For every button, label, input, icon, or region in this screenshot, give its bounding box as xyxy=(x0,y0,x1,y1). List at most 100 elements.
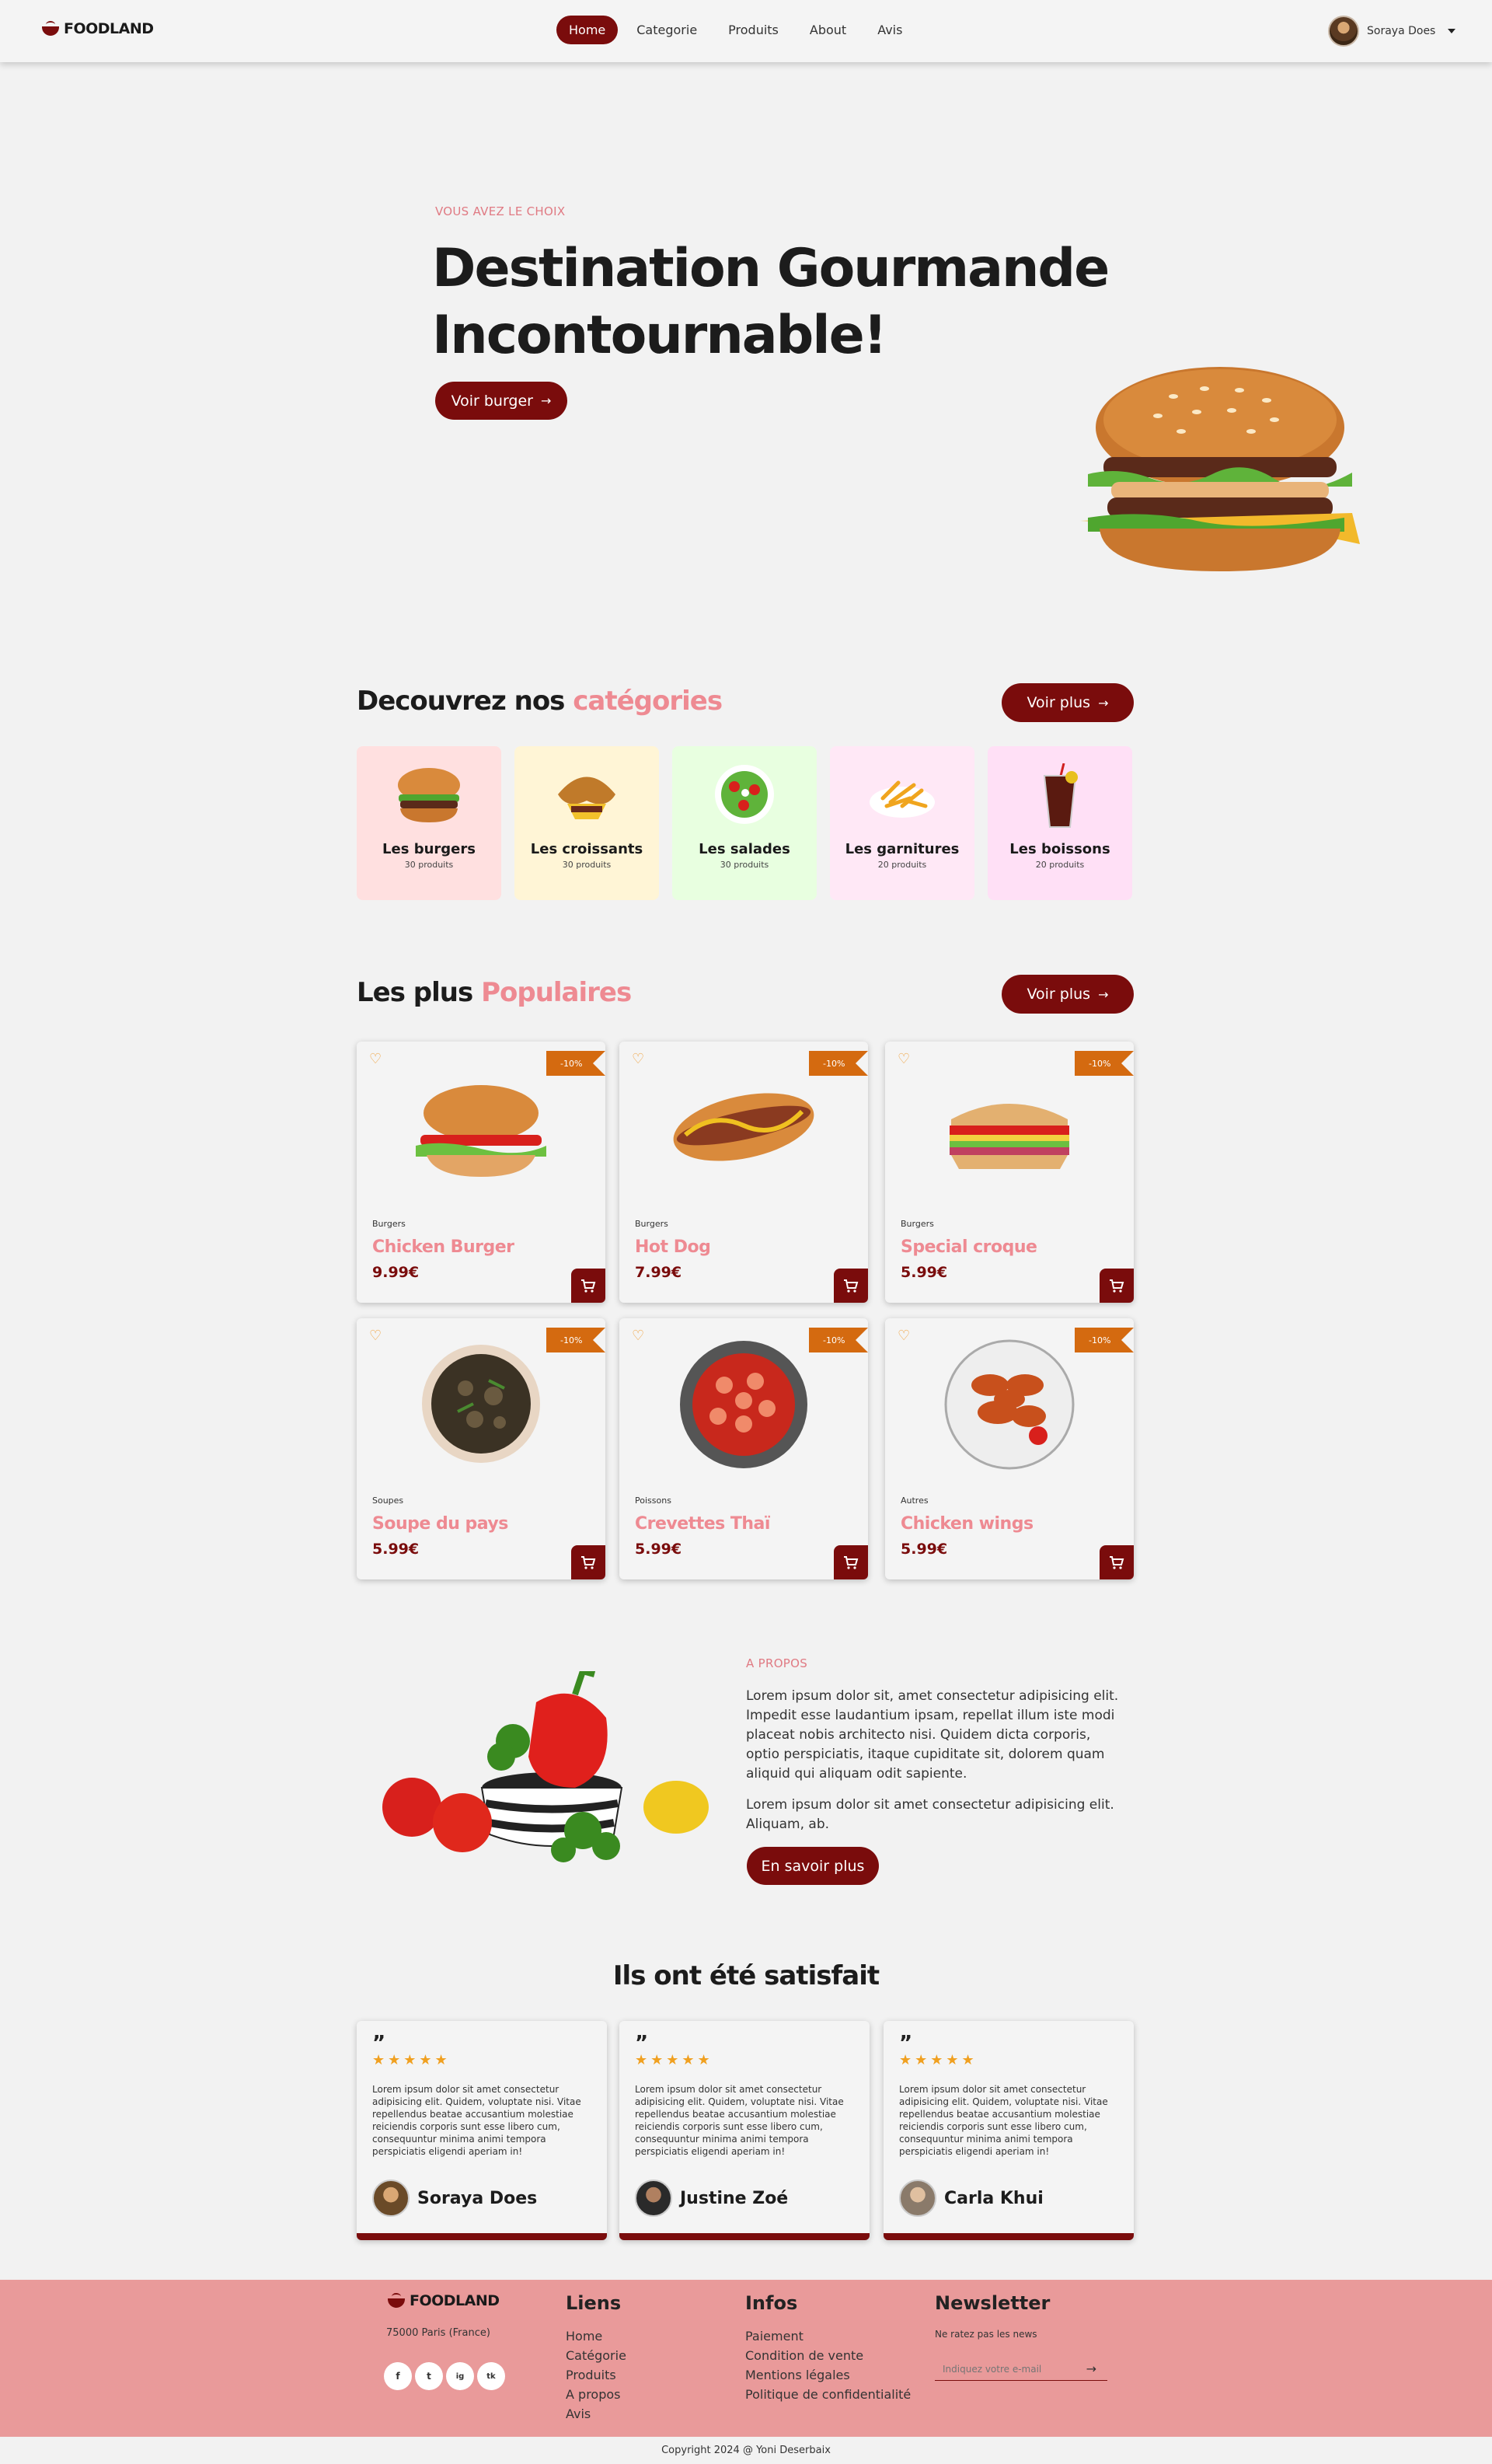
brand-name: FOODLAND xyxy=(64,20,154,37)
footer-link-condition-de-vente[interactable]: Condition de vente xyxy=(745,2346,911,2365)
newsletter-form: → xyxy=(935,2358,1107,2381)
bowl-icon xyxy=(40,21,61,37)
add-to-cart-button[interactable] xyxy=(571,1269,605,1303)
categories-title-main: Decouvrez nos xyxy=(357,686,573,717)
about-paragraph-1: Lorem ipsum dolor sit, amet consectetur … xyxy=(746,1688,1119,1782)
add-to-cart-button[interactable] xyxy=(1100,1269,1134,1303)
nav-links: Home Categorie Produits About Avis xyxy=(556,16,921,44)
nav-link-avis[interactable]: Avis xyxy=(865,16,915,44)
heart-icon[interactable]: ♡ xyxy=(632,1051,644,1067)
footer-link-a-propos[interactable]: A propos xyxy=(566,2385,626,2404)
product-card[interactable]: ♡ -10% Autres Chicken wings 5.99€ xyxy=(885,1318,1134,1579)
product-price: 9.99€ xyxy=(372,1264,420,1281)
voir-burger-label: Voir burger xyxy=(451,392,533,410)
newsletter-email-input[interactable] xyxy=(935,2363,1059,2375)
category-count: 30 produits xyxy=(562,860,612,870)
add-to-cart-button[interactable] xyxy=(571,1545,605,1579)
user-menu[interactable]: Soraya Does xyxy=(1328,16,1456,47)
add-to-cart-button[interactable] xyxy=(834,1545,868,1579)
product-name[interactable]: Chicken Burger xyxy=(372,1237,514,1257)
product-card[interactable]: ♡ -10% Poissons Crevettes Thaï 5.99€ xyxy=(619,1318,868,1579)
popular-title: Les plus Populaires xyxy=(357,977,632,1008)
category-name: Les burgers xyxy=(382,841,476,857)
testimonials-title: Ils ont été satisfait xyxy=(612,1960,880,1991)
chevron-down-icon xyxy=(1448,29,1456,33)
product-name[interactable]: Crevettes Thaï xyxy=(635,1514,770,1534)
discount-badge: -10% xyxy=(809,1328,868,1352)
star-rating: ★★★★★ xyxy=(635,2052,713,2068)
shrimp-image xyxy=(680,1341,807,1468)
category-card-garnitures[interactable]: Les garnitures 20 produits xyxy=(830,746,974,900)
product-name[interactable]: Hot Dog xyxy=(635,1237,711,1257)
category-card-boissons[interactable]: Les boissons 20 produits xyxy=(988,746,1132,900)
footer-link-avis[interactable]: Avis xyxy=(566,2404,626,2424)
footer-links-title: Liens xyxy=(566,2292,622,2314)
product-name[interactable]: Soupe du pays xyxy=(372,1514,508,1534)
product-price: 5.99€ xyxy=(635,1541,682,1558)
heart-icon[interactable]: ♡ xyxy=(369,1328,382,1344)
product-name[interactable]: Special croque xyxy=(901,1237,1037,1257)
footer-link-home[interactable]: Home xyxy=(566,2326,626,2346)
product-card[interactable]: ♡ -10% Soupes Soupe du pays 5.99€ xyxy=(357,1318,605,1579)
footer-link-categorie[interactable]: Catégorie xyxy=(566,2346,626,2365)
footer-link-paiement[interactable]: Paiement xyxy=(745,2326,911,2346)
add-to-cart-button[interactable] xyxy=(834,1269,868,1303)
hot-dog-image xyxy=(673,1093,814,1161)
footer-link-produits[interactable]: Produits xyxy=(566,2365,626,2385)
footer-brand-name: FOODLAND xyxy=(410,2292,500,2309)
arrow-right-icon[interactable]: → xyxy=(1086,2361,1096,2376)
star-rating: ★★★★★ xyxy=(899,2052,978,2068)
instagram-icon[interactable]: ig xyxy=(446,2362,474,2390)
category-card-salades[interactable]: Les salades 30 produits xyxy=(672,746,817,900)
category-name: Les boissons xyxy=(1009,841,1110,857)
nav-link-home[interactable]: Home xyxy=(556,16,619,44)
heart-icon[interactable]: ♡ xyxy=(369,1051,382,1067)
popular-voir-plus-label: Voir plus xyxy=(1027,986,1091,1003)
nav-link-produits[interactable]: Produits xyxy=(716,16,791,44)
category-name: Les salades xyxy=(699,841,790,857)
categories-voir-plus-label: Voir plus xyxy=(1027,694,1091,711)
category-count: 20 produits xyxy=(877,860,927,870)
brand-logo[interactable]: FOODLAND xyxy=(40,20,154,37)
footer-logo[interactable]: FOODLAND xyxy=(386,2292,500,2309)
category-count: 30 produits xyxy=(404,860,454,870)
category-card-croissants[interactable]: Les croissants 30 produits xyxy=(514,746,659,900)
product-card[interactable]: ♡ -10% Burgers Hot Dog 7.99€ xyxy=(619,1042,868,1303)
popular-title-accent: Populaires xyxy=(481,977,632,1008)
category-name: Les garnitures xyxy=(845,841,960,857)
footer-infos-list: Paiement Condition de vente Mentions lég… xyxy=(745,2326,911,2404)
tiktok-icon[interactable]: tk xyxy=(477,2362,505,2390)
category-card-burgers[interactable]: Les burgers 30 produits xyxy=(357,746,501,900)
special-croque-image xyxy=(950,1104,1069,1169)
footer-address: 75000 Paris (France) xyxy=(386,2327,490,2339)
facebook-icon[interactable]: f xyxy=(384,2362,412,2390)
footer-link-mentions-legales[interactable]: Mentions légales xyxy=(745,2365,911,2385)
discount-badge: -10% xyxy=(1075,1328,1134,1352)
popular-voir-plus-button[interactable]: Voir plus → xyxy=(1002,975,1134,1014)
heart-icon[interactable]: ♡ xyxy=(898,1328,910,1344)
vegetables-image xyxy=(382,1671,709,1862)
nav-link-categorie[interactable]: Categorie xyxy=(624,16,709,44)
author-name: Carla Khui xyxy=(944,2188,1044,2208)
twitter-icon[interactable]: t xyxy=(415,2362,443,2390)
product-card[interactable]: ♡ -10% Burgers Chicken Burger 9.99€ xyxy=(357,1042,605,1303)
about-paragraph-2: Lorem ipsum dolor sit amet consectetur a… xyxy=(746,1797,1114,1832)
discount-badge: -10% xyxy=(1075,1051,1134,1076)
hero-title-line-2: Incontournable! xyxy=(432,305,887,366)
product-card[interactable]: ♡ -10% Burgers Special croque 5.99€ xyxy=(885,1042,1134,1303)
en-savoir-plus-button[interactable]: En savoir plus xyxy=(747,1847,879,1885)
croissant-icon xyxy=(558,777,615,819)
add-to-cart-button[interactable] xyxy=(1100,1545,1134,1579)
heart-icon[interactable]: ♡ xyxy=(898,1051,910,1067)
categories-voir-plus-button[interactable]: Voir plus → xyxy=(1002,683,1134,722)
product-name[interactable]: Chicken wings xyxy=(901,1514,1034,1534)
nav-link-about[interactable]: About xyxy=(797,16,859,44)
footer-link-politique[interactable]: Politique de confidentialité xyxy=(745,2385,911,2404)
salad-icon xyxy=(715,765,774,824)
voir-burger-button[interactable]: Voir burger → xyxy=(435,382,567,420)
cart-icon xyxy=(581,1556,596,1569)
heart-icon[interactable]: ♡ xyxy=(632,1328,644,1344)
fries-icon xyxy=(870,780,935,818)
testimonial-card: ” ★★★★★ Lorem ipsum dolor sit amet conse… xyxy=(884,2021,1134,2240)
newsletter-subtitle: Ne ratez pas les news xyxy=(935,2329,1037,2340)
